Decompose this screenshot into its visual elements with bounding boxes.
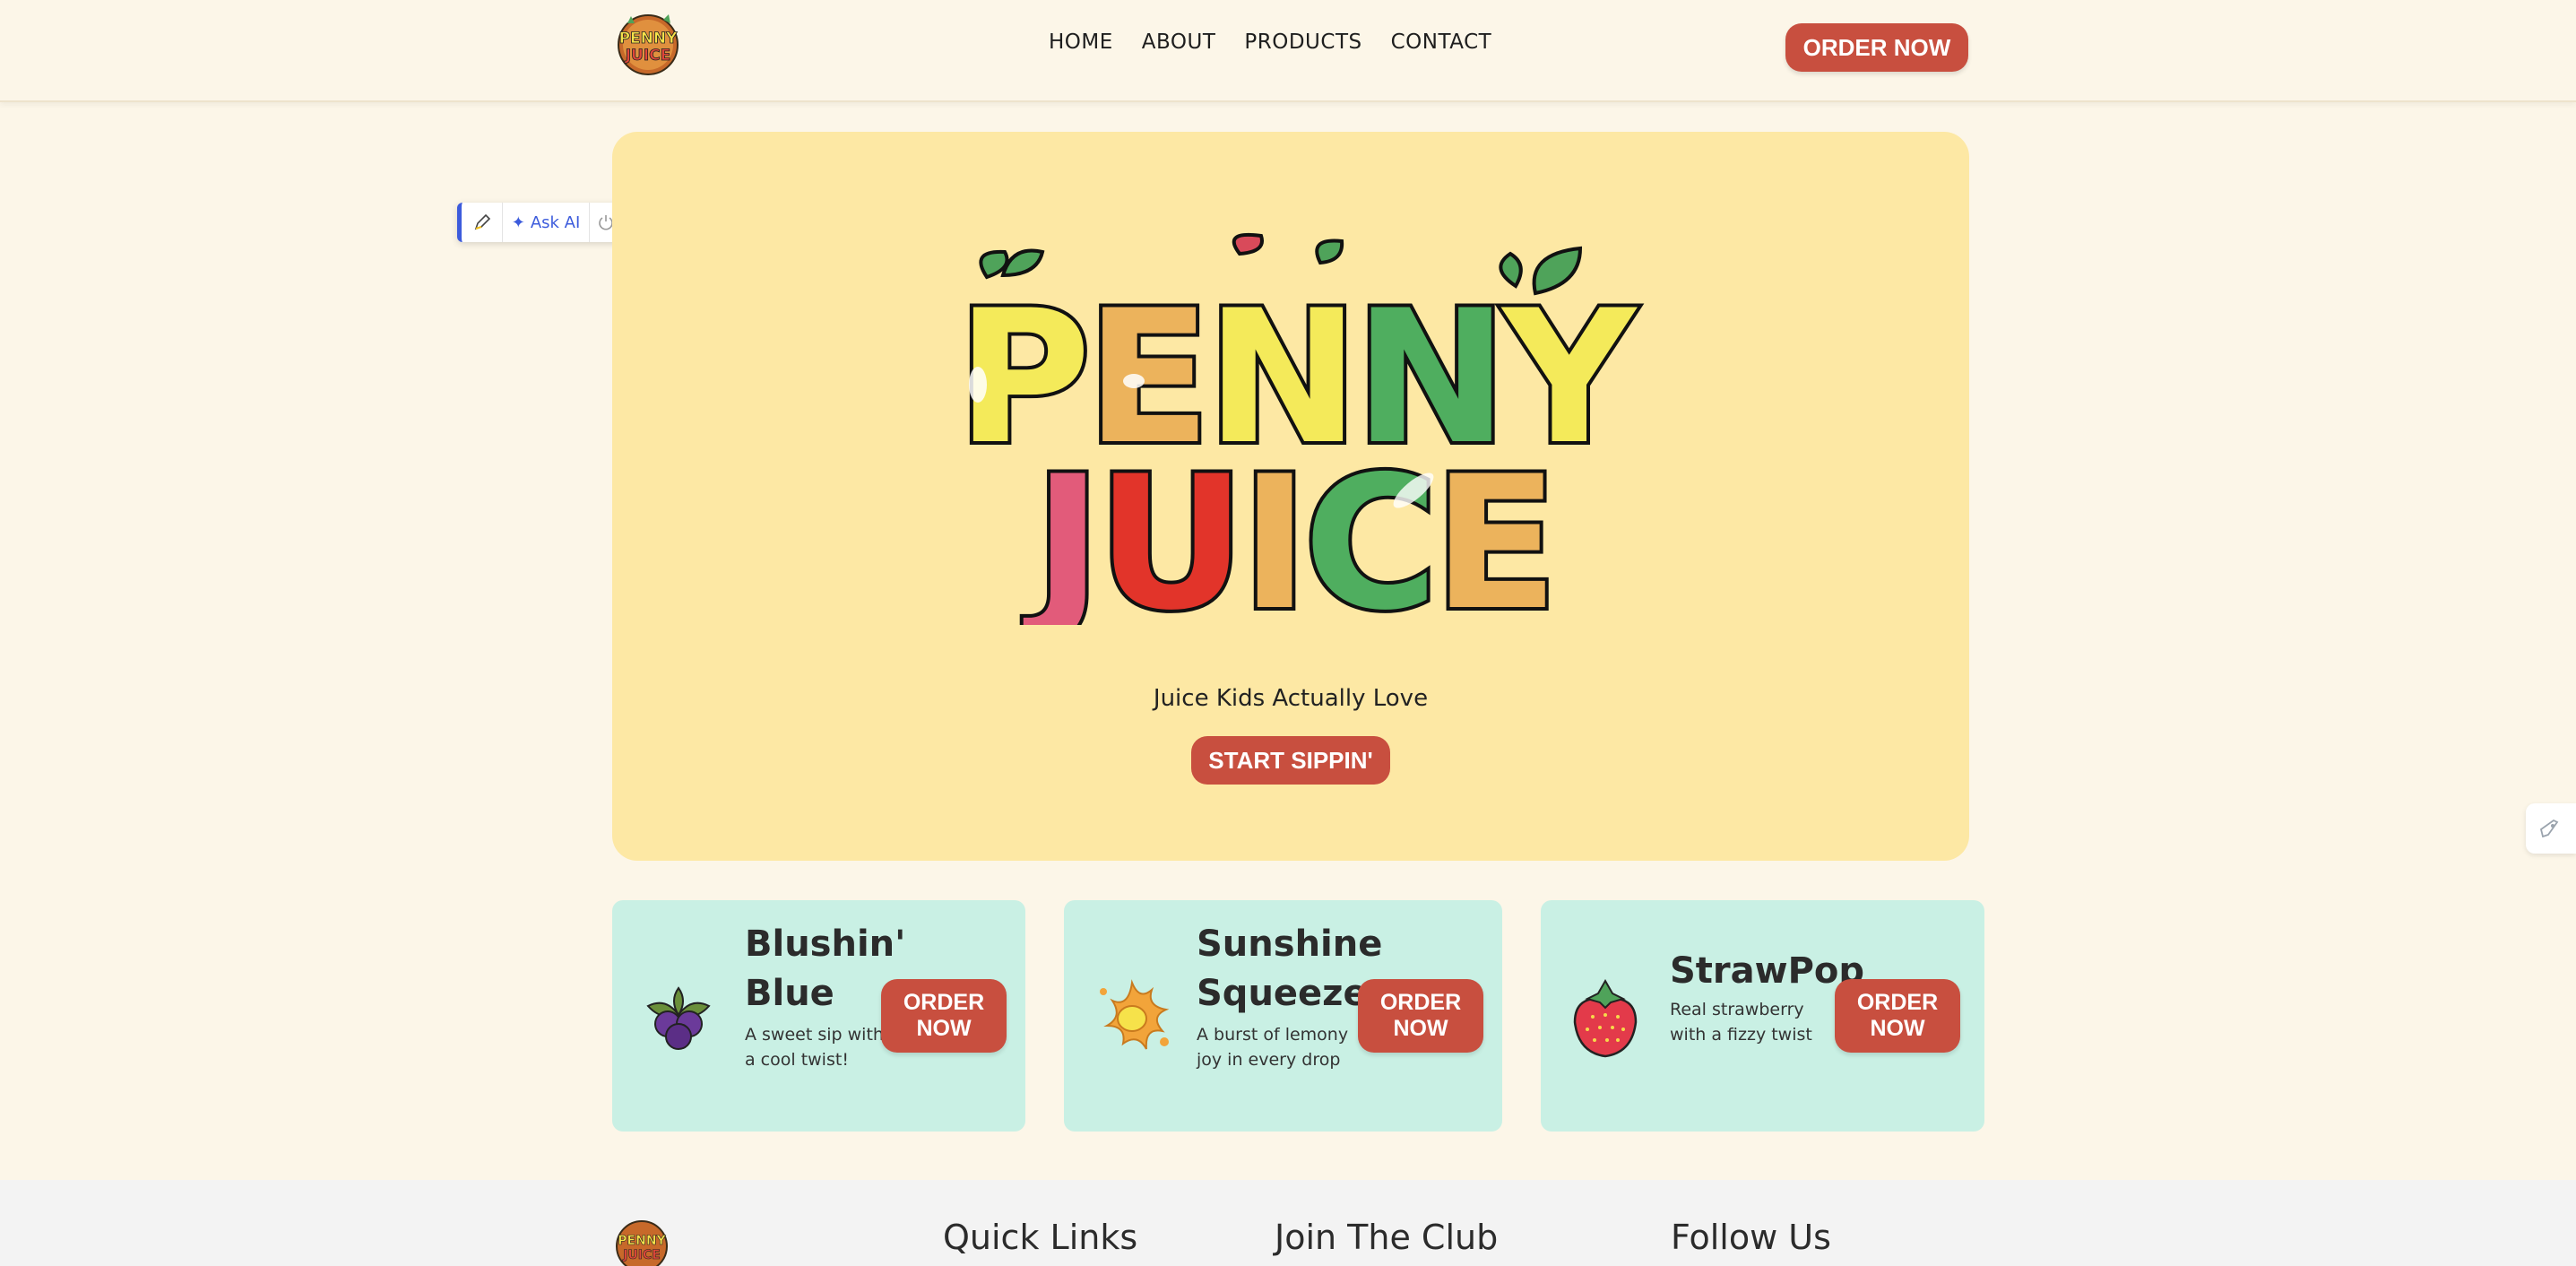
lemon-splash-icon — [1100, 979, 1170, 1050]
footer-heading-join-club: Join The Club — [1275, 1218, 1499, 1257]
order-now-button[interactable]: ORDER NOW — [1835, 979, 1960, 1053]
sparkle-icon: ✦ — [511, 212, 525, 232]
strawberry-icon — [1573, 978, 1638, 1058]
order-now-button[interactable]: ORDER NOW — [1785, 23, 1968, 72]
order-now-button[interactable]: ORDER NOW — [881, 979, 1007, 1053]
nav-home[interactable]: HOME — [1049, 30, 1113, 54]
main-nav: HOME ABOUT PRODUCTS CONTACT — [1049, 30, 1491, 54]
product-card-sunshine-squeeze: Sunshine Squeeze A burst of lemony joy i… — [1064, 900, 1502, 1132]
footer-heading-quick-links: Quick Links — [943, 1218, 1138, 1257]
product-description: A sweet sip with a cool twist! — [745, 1025, 884, 1070]
hero-tagline: Juice Kids Actually Love — [1153, 685, 1429, 712]
svg-text:JUICE: JUICE — [625, 47, 671, 65]
hero-section: PENNY JUICE Juice Kids Actually Love STA… — [612, 132, 1969, 861]
nav-about[interactable]: ABOUT — [1142, 30, 1216, 54]
product-description: Real strawberry with a fizzy twist — [1670, 1000, 1812, 1045]
svg-text:JUICE: JUICE — [1023, 438, 1553, 625]
start-sippin-button[interactable]: START SIPPIN' — [1191, 736, 1390, 785]
svg-text:PENNY: PENNY — [619, 30, 679, 48]
ai-edit-toolbar: ✦ Ask AI — [457, 203, 622, 242]
nav-contact[interactable]: CONTACT — [1391, 30, 1492, 54]
product-title: Sunshine Squeeze — [1197, 923, 1383, 1014]
nav-products[interactable]: PRODUCTS — [1244, 30, 1361, 54]
ask-ai-label: Ask AI — [530, 212, 581, 232]
rocket-launcher-button[interactable] — [2526, 803, 2576, 854]
order-now-button[interactable]: ORDER NOW — [1358, 979, 1483, 1053]
footer-logo[interactable]: PENNY JUICE — [613, 1218, 670, 1266]
svg-text:PENNY: PENNY — [618, 1234, 666, 1248]
product-description: A burst of lemony joy in every drop — [1197, 1025, 1349, 1070]
rocket-icon — [2539, 819, 2559, 838]
product-card-blushin-blue: Blushin' Blue A sweet sip with a cool tw… — [612, 900, 1025, 1132]
blueberry-icon — [646, 986, 711, 1050]
ask-ai-button[interactable]: ✦ Ask AI — [503, 203, 590, 242]
site-header: PENNY JUICE HOME ABOUT PRODUCTS CONTACT … — [0, 0, 2576, 102]
footer-heading-follow-us: Follow Us — [1671, 1218, 1831, 1257]
svg-text:JUICE: JUICE — [622, 1248, 661, 1262]
pencil-icon[interactable] — [462, 203, 503, 242]
brand-logo[interactable]: PENNY JUICE — [611, 11, 685, 77]
penny-juice-hero-logo: PENNY JUICE — [953, 233, 1647, 625]
site-footer: PENNY JUICE Quick Links Join The Club Fo… — [0, 1180, 2576, 1266]
product-card-strawpop: StrawPop Real strawberry with a fizzy tw… — [1541, 900, 1984, 1132]
